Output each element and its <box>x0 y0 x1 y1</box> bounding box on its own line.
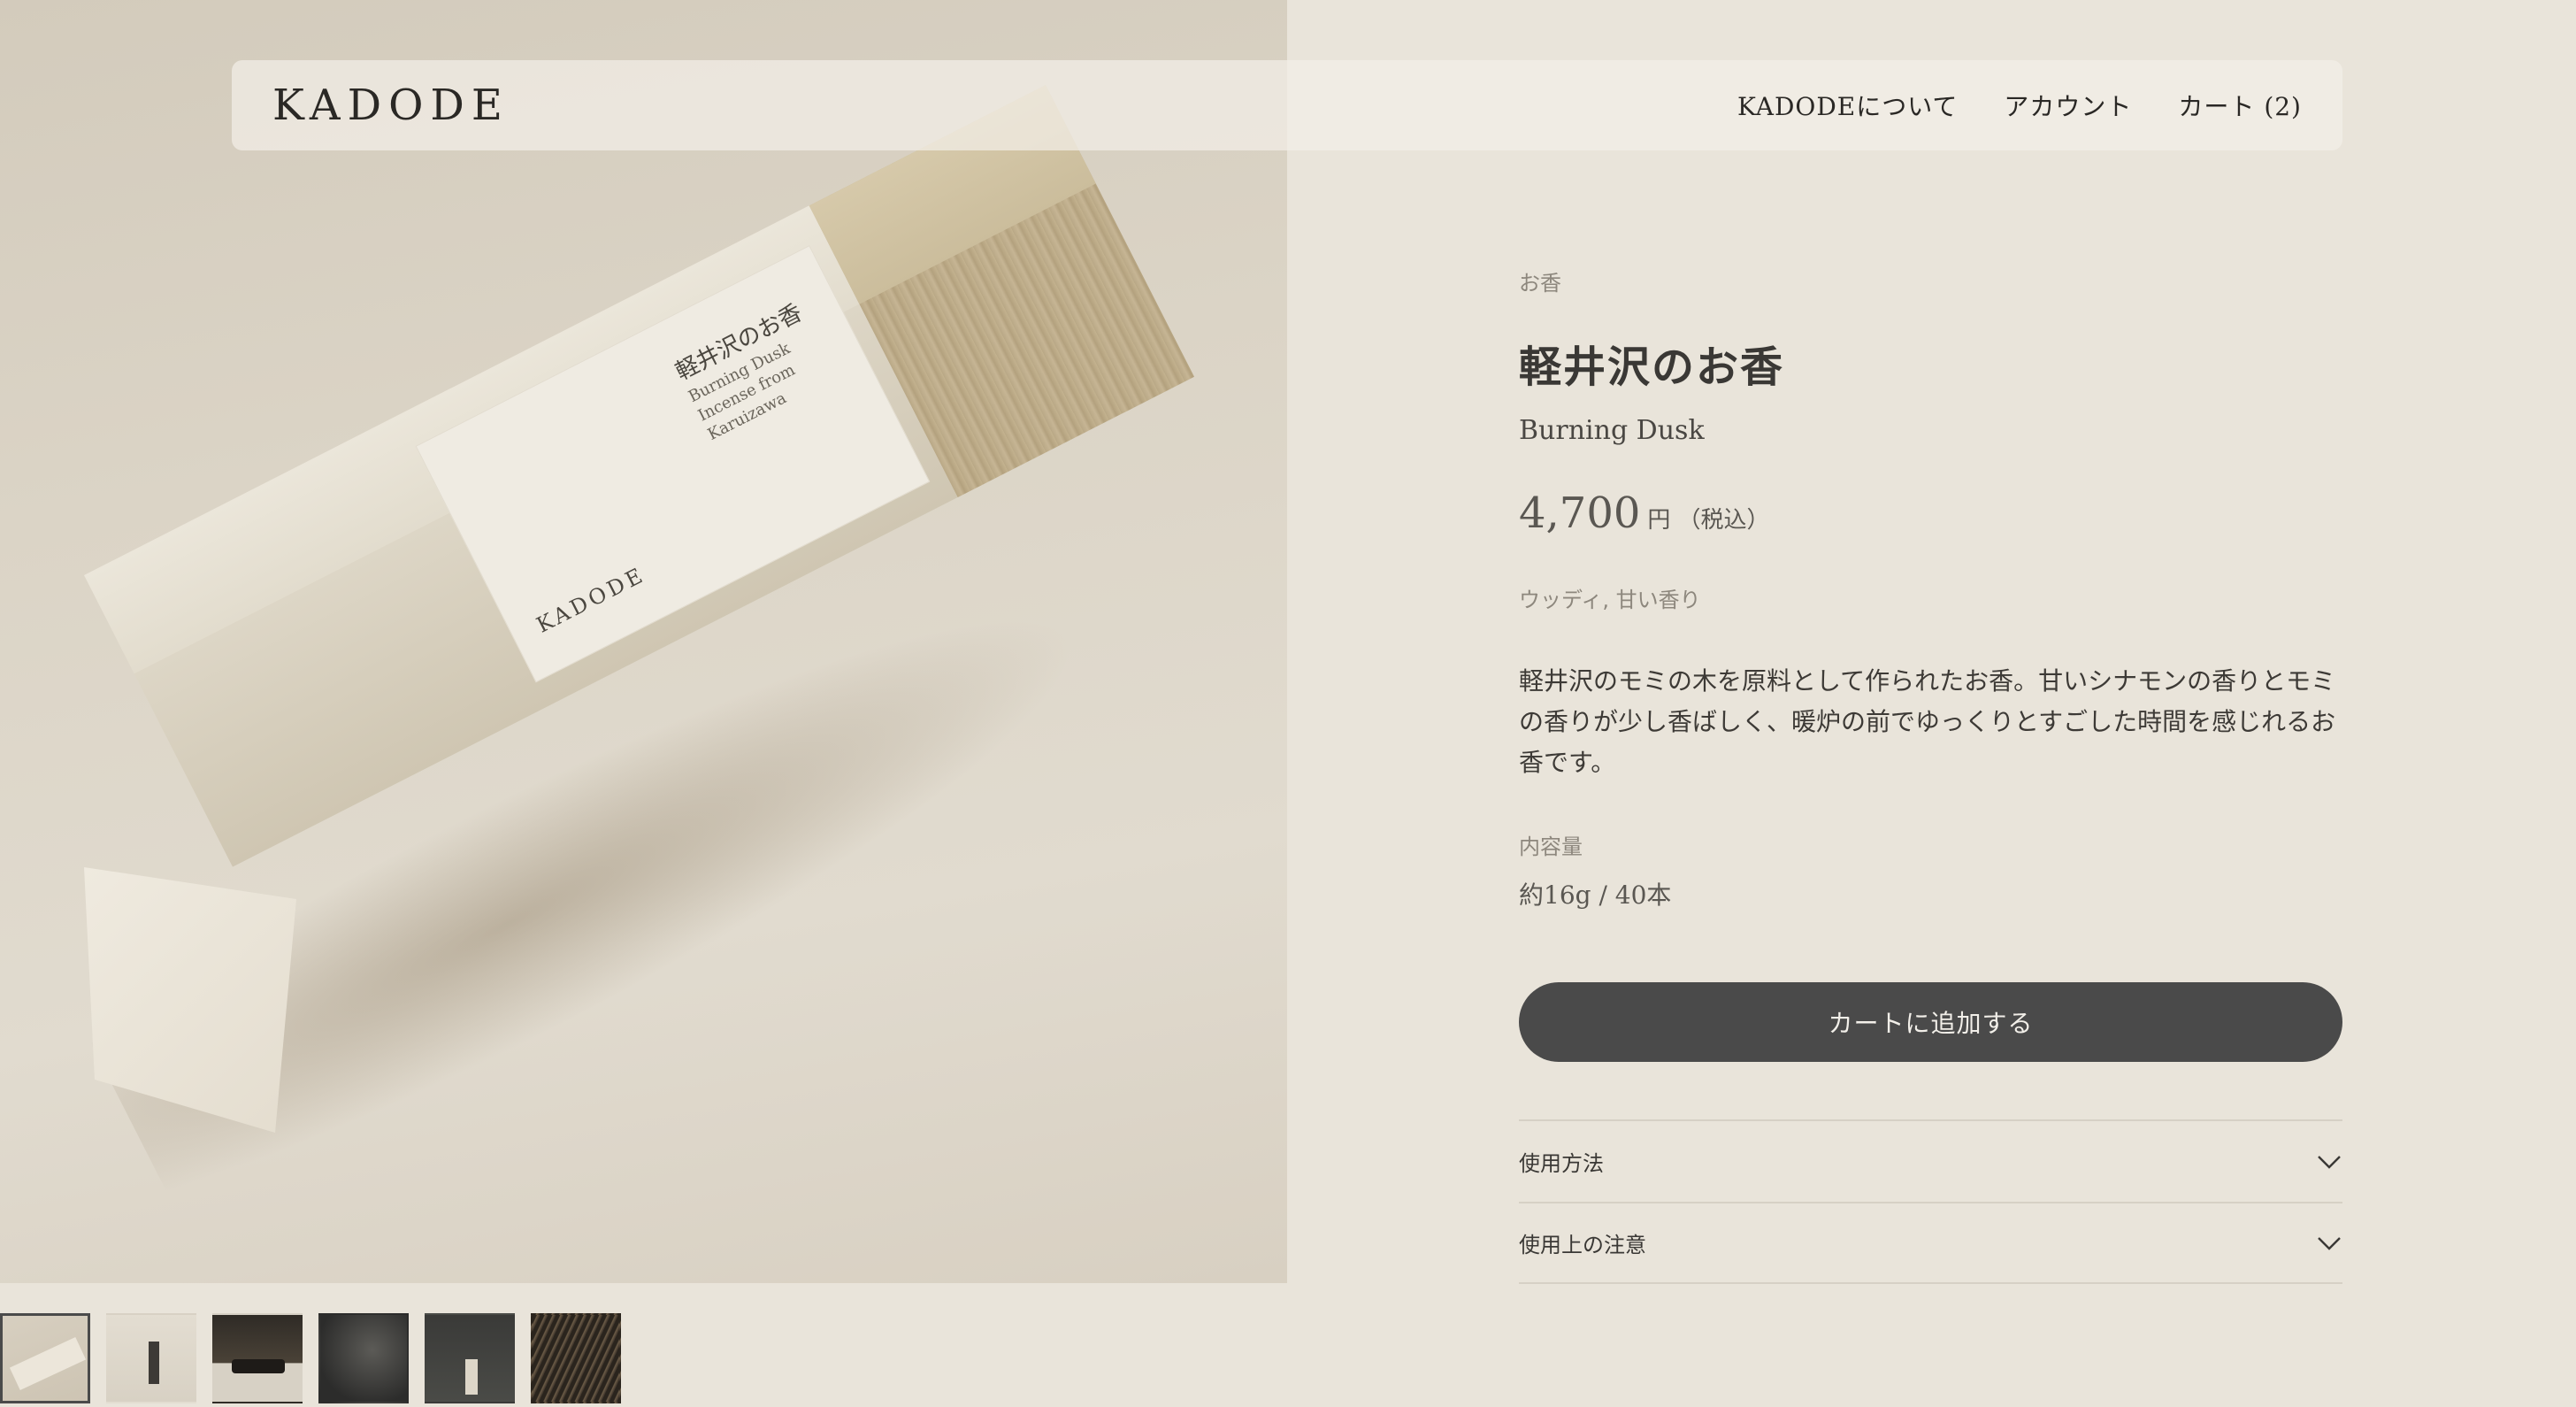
thumbnail-6[interactable] <box>531 1313 621 1403</box>
site-logo[interactable]: KADODE <box>272 81 510 130</box>
price-tax-note: （税込） <box>1677 507 1770 534</box>
product-price: 4,700 <box>1519 488 1641 538</box>
chevron-down-icon <box>2318 1155 2341 1169</box>
product-info: お香 軽井沢のお香 Burning Dusk 4,700 円 （税込） ウッディ… <box>1519 265 2342 911</box>
product-main-image: 軽井沢のお香 Burning Dusk Incense from Karuiza… <box>0 0 1287 1283</box>
product-category: お香 <box>1519 271 1561 296</box>
product-tags: ウッディ, 甘い香り <box>1519 588 1701 612</box>
price-currency: 円 <box>1647 507 1671 534</box>
thumbnail-2[interactable] <box>106 1313 196 1403</box>
thumbnail-3[interactable] <box>212 1313 303 1403</box>
nav-link-about[interactable]: KADODEについて <box>1737 88 1958 123</box>
nav-link-cart[interactable]: カート (2) <box>2178 88 2302 123</box>
spec-label: 内容量 <box>1519 834 1583 859</box>
product-subtitle: Burning Dusk <box>1519 415 1705 446</box>
box-label-brand: KADODE <box>533 561 650 638</box>
thumbnail-5[interactable] <box>425 1313 515 1403</box>
product-description: 軽井沢のモミの木を原料として作られたお香。甘いシナモンの香りとモミの香りが少し香… <box>1519 666 2336 777</box>
nav-link-account[interactable]: アカウント <box>2004 88 2132 123</box>
accordion-usage[interactable]: 使用方法 <box>1519 1119 2342 1202</box>
thumbnail-4[interactable] <box>318 1313 409 1403</box>
accordion-label: 使用上の注意 <box>1519 1233 1646 1257</box>
site-header: KADODE KADODEについて アカウント カート (2) <box>232 60 2342 150</box>
thumbnail-1[interactable] <box>0 1313 90 1403</box>
main-nav: KADODEについて アカウント カート (2) <box>1737 88 2302 123</box>
add-to-cart-button[interactable]: カートに追加する <box>1519 982 2342 1062</box>
spec-value: 約16g / 40本 <box>1519 880 1672 910</box>
chevron-down-icon <box>2318 1236 2341 1250</box>
accordion-cautions[interactable]: 使用上の注意 <box>1519 1202 2342 1284</box>
product-accordion: 使用方法 使用上の注意 <box>1519 1119 2342 1284</box>
price-row: 4,700 円 （税込） <box>1519 488 2342 538</box>
accordion-label: 使用方法 <box>1519 1151 1604 1176</box>
thumbnail-strip <box>0 1313 621 1403</box>
product-title: 軽井沢のお香 <box>1519 342 1785 392</box>
